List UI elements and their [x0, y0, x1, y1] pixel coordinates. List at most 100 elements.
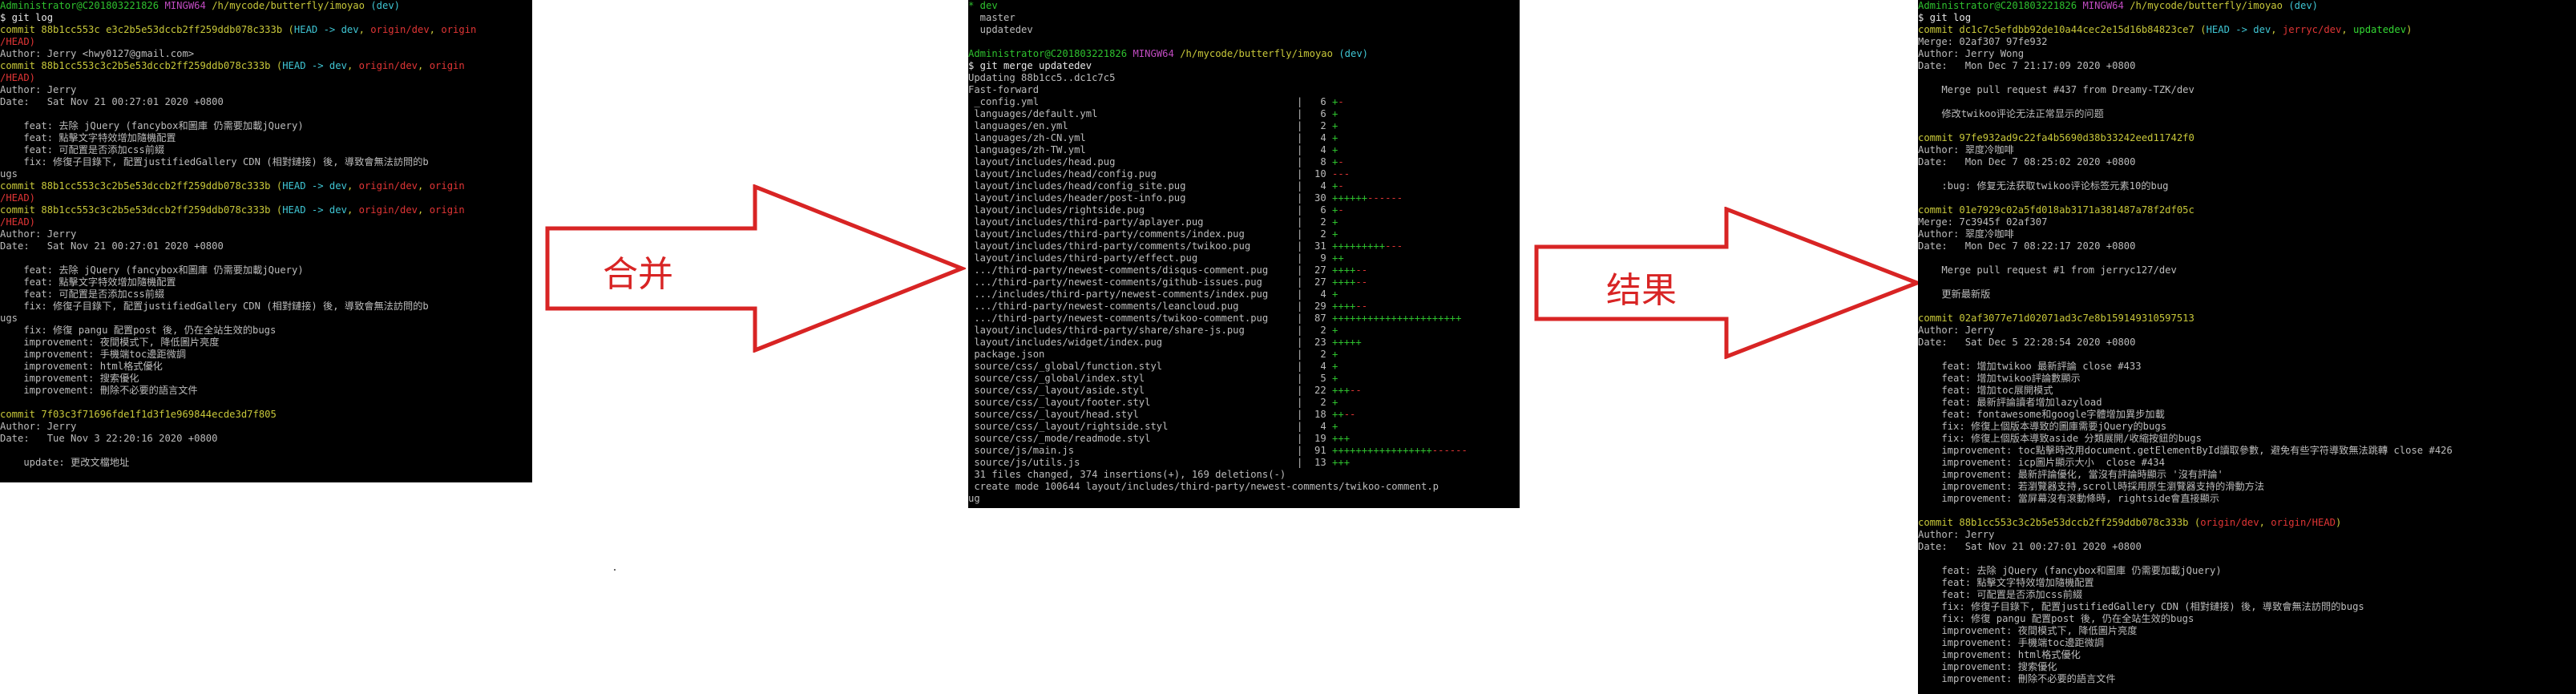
diffstat-row: .../third-party/newest-comments/leanclou…: [968, 301, 1520, 313]
log-text-line: improvement: toc點擊時改用document.getElement…: [1918, 445, 2453, 456]
diffstat-plus-bar: +: [1332, 216, 1338, 228]
diffstat-row: layout/includes/header/post-info.pug | 30…: [968, 192, 1520, 204]
diffstat-sep: |: [1297, 361, 1309, 372]
diffstat-space: [1326, 409, 1332, 420]
diffstat-file: source/js/utils.js: [968, 457, 1080, 468]
diffstat-count: 23: [1314, 337, 1326, 348]
diffstat-row: layout/includes/head.pug | 8 +-: [968, 156, 1520, 168]
diffstat-sep: |: [1297, 240, 1309, 252]
diffstat-count: 29: [1314, 301, 1326, 312]
diffstat-file: languages/default.yml: [968, 108, 1098, 119]
diffstat-row: .../third-party/newest-comments/disqus-c…: [968, 264, 1520, 276]
diffstat-minus-bar: --: [1355, 276, 1368, 288]
diffstat-plus-bar: +: [1332, 421, 1338, 432]
diffstat-row: source/js/utils.js | 13 +++: [968, 457, 1520, 469]
log-text-line: feat: 可配置是否添加css前綴: [0, 288, 165, 300]
diffstat-file: layout/includes/third-party/comments/twi…: [968, 240, 1251, 252]
log-text-line: fix: 修復上個版本導致aside 分類展開/收縮按鈕的bugs: [1918, 433, 2202, 444]
log-text-line: ugs: [0, 168, 18, 180]
diffstat-plus-bar: +: [1332, 132, 1338, 143]
stray-dot: [614, 569, 616, 571]
diffstat-row: source/css/_layout/rightside.styl | 4 +: [968, 421, 1520, 433]
diffstat-file: source/css/_global/function.styl: [968, 361, 1163, 372]
ref-label: HEAD -> dev: [2206, 24, 2271, 35]
diffstat-sep: |: [1297, 252, 1309, 264]
diffstat-sep: |: [1297, 433, 1309, 444]
log-text-line: feat: 增加twikoo 最新評論 close #433: [1918, 361, 2142, 372]
command-line: $ git log: [1918, 12, 1972, 23]
commit-line: commit 88b1cc553c3c2b5e53dccb2ff259ddb07…: [0, 60, 532, 72]
terminal-git-log-before[interactable]: Administrator@C201803221826 MINGW64 /h/m…: [0, 0, 532, 482]
diffstat-file: layout/includes/header/post-info.pug: [968, 192, 1186, 204]
log-text-line: improvement: 刪除不必要的語言文件: [0, 385, 198, 396]
diffstat-count: 4: [1320, 421, 1326, 432]
log-text-line: improvement: 當屏幕沒有滾動條時, rightside會直接顯示: [1918, 493, 2220, 504]
diffstat-plus-bar: +: [1332, 120, 1338, 131]
ref-open: (: [2188, 517, 2201, 528]
diffstat-plus-bar: +: [1332, 288, 1338, 300]
diffstat-file: package.json: [968, 349, 1045, 360]
log-text-line: Author: Jerry: [0, 84, 77, 95]
log-text-line: update: 更改文檔地址: [0, 457, 130, 468]
diffstat-row: layout/includes/head/config.pug | 10 ---: [968, 168, 1520, 180]
commit-ref-wrap: /HEAD): [0, 72, 36, 83]
log-text-line: feat: 可配置是否添加css前綴: [1918, 589, 2083, 600]
diffstat-file: .../third-party/newest-comments/github-i…: [968, 276, 1262, 288]
diffstat-plus-bar: +: [1332, 108, 1338, 119]
diffstat-space: [1326, 192, 1332, 204]
ref-open: (: [282, 24, 294, 35]
diffstat-space: [1326, 349, 1332, 360]
prompt-user: Administrator@C201803221826: [968, 48, 1128, 59]
log-text-line: 更新最新版: [1918, 288, 1991, 300]
diffstat-count: 8: [1320, 156, 1326, 167]
log-text-line: improvement: html格式優化: [0, 361, 163, 372]
merge-info-line: Updating 88b1cc5..dc1c7c5: [968, 72, 1116, 83]
diffstat-minus-bar: --: [1355, 264, 1368, 276]
log-text-line: feat: fontawesome和google字體增加異步加載: [1918, 409, 2165, 420]
log-text-line: improvement: 手機端toc邊距微調: [1918, 637, 2105, 648]
diffstat-space: [1326, 313, 1332, 324]
command-line: $ git merge updatedev: [968, 60, 1092, 71]
diffstat-plus-bar: +: [1332, 325, 1338, 336]
diffstat-plus-bar: +++: [1332, 457, 1351, 468]
diffstat-space: [1326, 96, 1332, 107]
diffstat-count: 4: [1320, 144, 1326, 155]
diffstat-space: [1326, 433, 1332, 444]
log-text-line: Merge: 7c3945f 02af307: [1918, 216, 2048, 228]
diffstat-file: layout/includes/third-party/share/share-…: [968, 325, 1245, 336]
prompt-branch: (dev): [1338, 48, 1368, 59]
diffstat-count: 87: [1314, 313, 1326, 324]
diffstat-minus-bar: ------: [1367, 192, 1403, 204]
diffstat-file: layout/includes/third-party/effect.pug: [968, 252, 1198, 264]
ref-label: jerryc/dev: [2282, 24, 2342, 35]
prompt-user: Administrator@C201803221826: [1918, 0, 2077, 11]
diffstat-file: .../includes/third-party/newest-comments…: [968, 288, 1269, 300]
diffstat-row: layout/includes/third-party/effect.pug | …: [968, 252, 1520, 264]
diffstat-count: 4: [1320, 361, 1326, 372]
merge-summary-line: 31 files changed, 374 insertions(+), 169…: [968, 469, 1286, 480]
diffstat-count: 10: [1314, 168, 1326, 180]
commit-ref-wrap: /HEAD): [0, 36, 36, 47]
diffstat-file: source/css/_layout/rightside.styl: [968, 421, 1169, 432]
prompt-line: Administrator@C201803221826 MINGW64 /h/m…: [0, 0, 532, 12]
log-text-line: feat: 最新評論讀者增加lazyload: [1918, 397, 2102, 408]
ref-sep: ,: [429, 24, 442, 35]
diffstat-space: [1326, 120, 1332, 131]
log-text-line: Author: Jerry: [0, 228, 77, 240]
ref-label: origin/HEAD: [2271, 517, 2336, 528]
diffstat-sep: |: [1297, 385, 1309, 396]
log-text-line: Author: Jerry: [1918, 325, 1995, 336]
diffstat-sep: |: [1297, 288, 1309, 300]
diffstat-space: [1326, 301, 1332, 312]
commit-hash: commit 97fe932ad9c22fa4b5690d38b33242eed…: [1918, 132, 2194, 143]
terminal-git-merge[interactable]: * dev master updatedev Administrator@C201…: [968, 0, 1520, 508]
diffstat-plus-bar: +: [1332, 373, 1338, 384]
diffstat-row: layout/includes/rightside.pug | 6 +-: [968, 204, 1520, 216]
ref-open: (: [270, 180, 283, 192]
terminal-git-log-after[interactable]: Administrator@C201803221826 MINGW64 /h/m…: [1918, 0, 2576, 694]
diffstat-space: [1326, 240, 1332, 252]
